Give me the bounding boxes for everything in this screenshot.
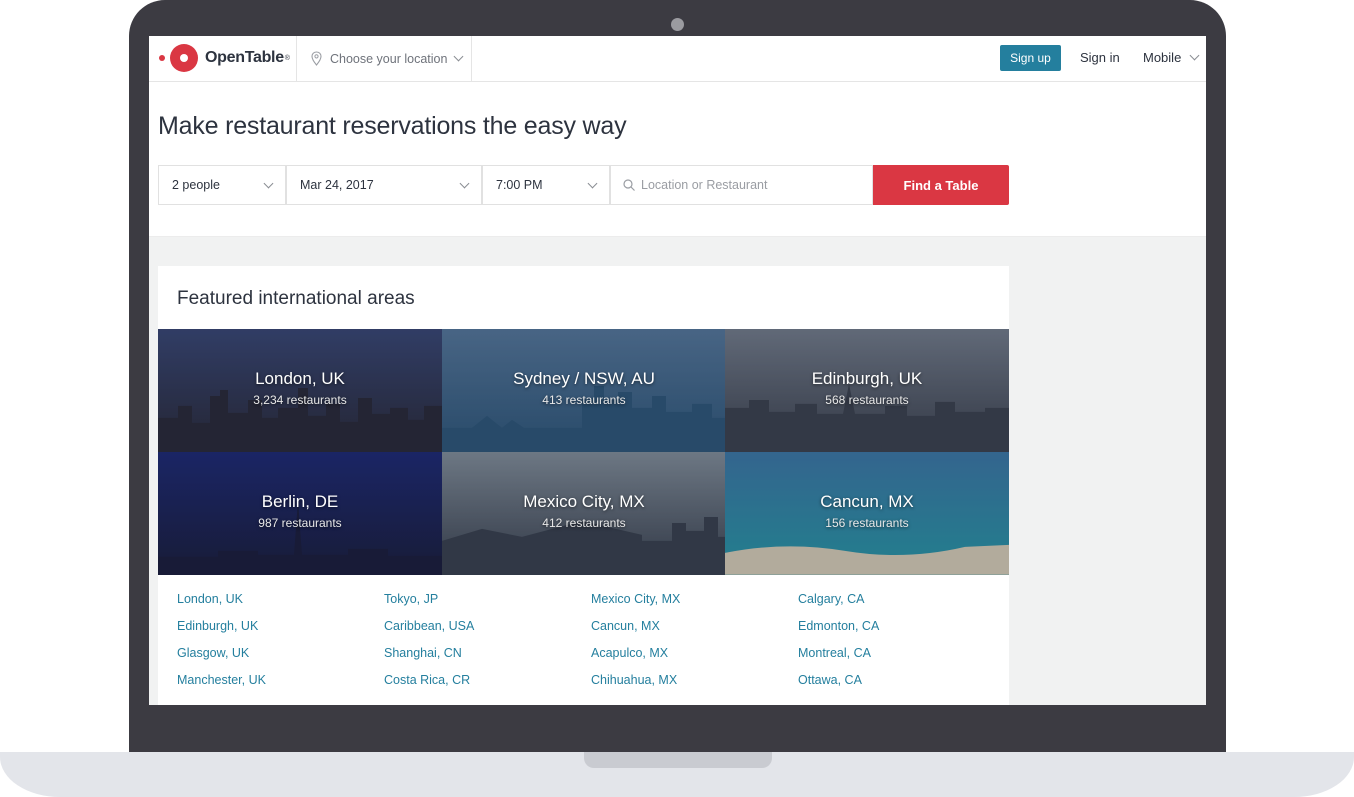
chevron-down-icon bbox=[1189, 50, 1200, 61]
area-name: Edinburgh, UK bbox=[811, 369, 923, 388]
area-restaurant-count: 3,234 restaurants bbox=[253, 393, 347, 407]
area-name: Sydney / NSW, AU bbox=[513, 369, 655, 388]
location-restaurant-input[interactable]: Location or Restaurant bbox=[610, 165, 873, 205]
tile-overlay bbox=[725, 452, 1009, 575]
find-table-button[interactable]: Find a Table bbox=[873, 165, 1009, 205]
location-label: Choose your location bbox=[330, 51, 448, 66]
chevron-down-icon bbox=[459, 178, 470, 189]
hero-section: Make restaurant reservations the easy wa… bbox=[149, 82, 1206, 237]
city-link-column: Calgary, CA Edmonton, CA Montreal, CA Ottaw… bbox=[798, 592, 998, 700]
browser-screen: OpenTable ® Choose your location Sign up… bbox=[149, 36, 1206, 705]
area-tile-cancun[interactable]: Cancun, MX 156 restaurants bbox=[725, 452, 1009, 575]
tile-overlay bbox=[158, 329, 442, 452]
area-tile-mexico-city[interactable]: Mexico City, MX 412 restaurants bbox=[442, 452, 726, 575]
city-link[interactable]: Glasgow, UK bbox=[177, 646, 377, 673]
city-link[interactable]: Manchester, UK bbox=[177, 673, 377, 700]
brand-registered-mark: ® bbox=[284, 54, 290, 62]
area-name: London, UK bbox=[255, 369, 345, 388]
area-restaurant-count: 413 restaurants bbox=[542, 393, 626, 407]
city-link[interactable]: Costa Rica, CR bbox=[384, 673, 584, 700]
time-select[interactable]: 7:00 PM bbox=[482, 165, 610, 205]
area-tile-sydney[interactable]: Sydney / NSW, AU 413 restaurants bbox=[442, 329, 726, 452]
signin-link[interactable]: Sign in bbox=[1080, 50, 1120, 65]
chevron-down-icon bbox=[453, 51, 464, 62]
brand-name: OpenTable bbox=[205, 49, 284, 66]
mobile-menu[interactable]: Mobile bbox=[1143, 50, 1200, 65]
date-select[interactable]: Mar 24, 2017 bbox=[286, 165, 482, 205]
area-tile-edinburgh[interactable]: Edinburgh, UK 568 restaurants bbox=[725, 329, 1009, 452]
city-link[interactable]: Shanghai, CN bbox=[384, 646, 584, 673]
area-restaurant-count: 987 restaurants bbox=[258, 516, 342, 530]
city-link[interactable]: Acapulco, MX bbox=[591, 646, 791, 673]
tile-overlay bbox=[442, 329, 726, 452]
city-link[interactable]: Edmonton, CA bbox=[798, 619, 998, 646]
city-link[interactable]: Tokyo, JP bbox=[384, 592, 584, 619]
featured-areas-title: Featured international areas bbox=[177, 288, 415, 309]
area-name: Cancun, MX bbox=[820, 492, 914, 511]
city-link[interactable]: Cancun, MX bbox=[591, 619, 791, 646]
featured-area-grid: London, UK 3,234 restaurants Sydney / NS… bbox=[158, 329, 1009, 575]
area-tile-berlin[interactable]: Berlin, DE 987 restaurants bbox=[158, 452, 442, 575]
logo-ring-icon bbox=[170, 44, 198, 72]
city-link[interactable]: London, UK bbox=[177, 592, 377, 619]
page-title: Make restaurant reservations the easy wa… bbox=[158, 112, 627, 140]
city-link[interactable]: Ottawa, CA bbox=[798, 673, 998, 700]
city-link[interactable]: Mexico City, MX bbox=[591, 592, 791, 619]
area-restaurant-count: 412 restaurants bbox=[542, 516, 626, 530]
area-name: Berlin, DE bbox=[261, 492, 339, 511]
city-link[interactable]: Calgary, CA bbox=[798, 592, 998, 619]
party-size-select[interactable]: 2 people bbox=[158, 165, 286, 205]
city-link-column: Mexico City, MX Cancun, MX Acapulco, MX Chi… bbox=[591, 592, 791, 700]
city-link[interactable]: Edinburgh, UK bbox=[177, 619, 377, 646]
area-name: Mexico City, MX bbox=[523, 492, 645, 511]
tile-overlay bbox=[158, 452, 442, 575]
city-link[interactable]: Chihuahua, MX bbox=[591, 673, 791, 700]
time-value: 7:00 PM bbox=[496, 178, 543, 192]
city-link-column: Tokyo, JP Caribbean, USA Shanghai, CN Costa… bbox=[384, 592, 584, 700]
featured-areas-card: Featured international areas London, UK … bbox=[158, 266, 1009, 705]
city-link[interactable]: Montreal, CA bbox=[798, 646, 998, 673]
tile-overlay bbox=[442, 452, 726, 575]
laptop-camera bbox=[671, 18, 684, 31]
city-link[interactable]: Caribbean, USA bbox=[384, 619, 584, 646]
location-picker[interactable]: Choose your location bbox=[296, 36, 472, 81]
chevron-down-icon bbox=[587, 178, 598, 189]
chevron-down-icon bbox=[263, 178, 274, 189]
opentable-logo[interactable]: OpenTable ® bbox=[159, 44, 290, 72]
area-restaurant-count: 156 restaurants bbox=[825, 516, 909, 530]
city-link-column: London, UK Edinburgh, UK Glasgow, UK Manche… bbox=[177, 592, 377, 700]
laptop-notch bbox=[584, 752, 772, 768]
logo-small-dot-icon bbox=[159, 55, 165, 61]
mobile-label: Mobile bbox=[1143, 50, 1182, 65]
location-pin-icon bbox=[311, 51, 322, 66]
area-restaurant-count: 568 restaurants bbox=[825, 393, 909, 407]
search-icon bbox=[623, 179, 635, 191]
date-value: Mar 24, 2017 bbox=[300, 178, 374, 192]
top-navigation: OpenTable ® Choose your location Sign up… bbox=[149, 36, 1206, 82]
party-size-value: 2 people bbox=[172, 178, 220, 192]
area-tile-london[interactable]: London, UK 3,234 restaurants bbox=[158, 329, 442, 452]
search-placeholder: Location or Restaurant bbox=[641, 178, 768, 192]
signup-button[interactable]: Sign up bbox=[1000, 45, 1061, 71]
tile-overlay bbox=[725, 329, 1009, 452]
